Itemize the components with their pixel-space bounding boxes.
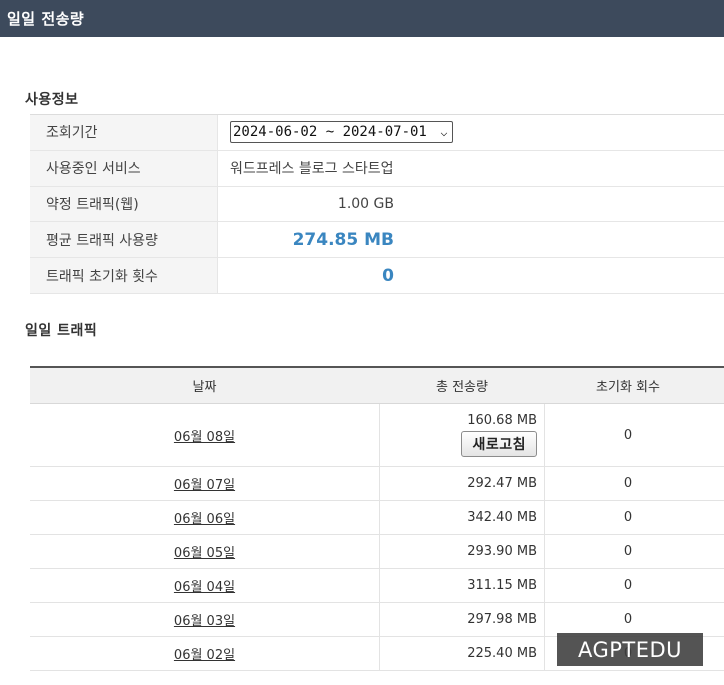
total-transfer-value: 160.68 MB xyxy=(467,413,537,428)
table-header: 날짜 총 전송량 초기화 회수 xyxy=(30,366,724,404)
usage-section-title: 사용정보 xyxy=(25,92,79,108)
table-row: 06월 08일 160.68 MB 새로고침 0 xyxy=(30,404,724,467)
date-link[interactable]: 06월 07일 xyxy=(174,474,235,493)
column-header-date: 날짜 xyxy=(192,380,217,395)
chevron-down-icon: ⌵ xyxy=(440,125,448,140)
usage-row-resets: 트래픽 초기화 횟수 0 xyxy=(30,258,724,294)
total-transfer-value: 311.15 MB xyxy=(379,569,545,602)
contract-traffic-label: 약정 트래픽(웹) xyxy=(30,186,218,222)
usage-row-service: 사용중인 서비스 워드프레스 블로그 스타트업 xyxy=(30,150,724,187)
usage-row-average: 평균 트래픽 사용량 274.85 MB xyxy=(30,222,724,259)
refresh-button[interactable]: 새로고침 xyxy=(461,431,537,457)
total-transfer-value: 293.90 MB xyxy=(379,535,545,568)
period-select[interactable]: 2024-06-02 ~ 2024-07-01 ⌵ xyxy=(230,121,453,144)
usage-row-contract: 약정 트래픽(웹) 1.00 GB xyxy=(30,186,724,223)
table-row: 06월 06일 342.40 MB 0 xyxy=(30,501,724,535)
reset-count-value: 0 xyxy=(623,510,633,525)
table-row: 06월 03일 297.98 MB 0 xyxy=(30,603,724,637)
table-row: 06월 07일 292.47 MB 0 xyxy=(30,467,724,501)
column-header-resets: 초기화 회수 xyxy=(596,380,660,395)
average-traffic-value: 274.85 MB xyxy=(292,229,394,250)
total-transfer-value: 297.98 MB xyxy=(379,603,545,636)
period-cell: 2024-06-02 ~ 2024-07-01 ⌵ xyxy=(230,115,453,150)
daily-traffic-table: 날짜 총 전송량 초기화 회수 06월 08일 160.68 MB 새로고침 0… xyxy=(30,366,724,671)
service-value: 워드프레스 블로그 스타트업 xyxy=(230,161,394,178)
period-select-value: 2024-06-02 ~ 2024-07-01 xyxy=(233,124,427,141)
table-row: 06월 04일 311.15 MB 0 xyxy=(30,569,724,603)
usage-row-period: 조회기간 2024-06-02 ~ 2024-07-01 ⌵ xyxy=(30,115,724,151)
total-transfer-value: 342.40 MB xyxy=(379,501,545,534)
date-link[interactable]: 06월 06일 xyxy=(174,508,235,527)
header-bar: 일일 전송량 xyxy=(0,0,724,37)
average-traffic-label: 평균 트래픽 사용량 xyxy=(30,222,218,258)
usage-info-table: 조회기간 2024-06-02 ~ 2024-07-01 ⌵ 사용중인 서비스 … xyxy=(30,114,724,294)
traffic-reset-count-label: 트래픽 초기화 횟수 xyxy=(30,258,218,293)
daily-traffic-section-title: 일일 트래픽 xyxy=(25,323,98,339)
total-transfer-value: 292.47 MB xyxy=(379,467,545,500)
reset-count-value: 0 xyxy=(623,544,633,559)
reset-count-value: 0 xyxy=(623,476,633,491)
watermark: AGPTEDU xyxy=(557,633,703,666)
reset-count-value: 0 xyxy=(623,427,633,443)
table-row: 06월 05일 293.90 MB 0 xyxy=(30,535,724,569)
service-label: 사용중인 서비스 xyxy=(30,150,218,186)
page-title: 일일 전송량 xyxy=(7,10,85,28)
reset-count-value: 0 xyxy=(623,578,633,593)
column-header-total: 총 전송량 xyxy=(436,380,488,395)
traffic-reset-count-value: 0 xyxy=(382,265,394,286)
date-link[interactable]: 06월 05일 xyxy=(174,542,235,561)
date-link[interactable]: 06월 04일 xyxy=(174,576,235,595)
reset-count-value: 0 xyxy=(623,612,633,627)
period-label: 조회기간 xyxy=(30,115,218,150)
date-link[interactable]: 06월 08일 xyxy=(174,426,235,445)
total-transfer-value: 225.40 MB xyxy=(379,637,545,670)
date-link[interactable]: 06월 02일 xyxy=(174,644,235,663)
contract-traffic-value: 1.00 GB xyxy=(337,195,394,212)
date-link[interactable]: 06월 03일 xyxy=(174,610,235,629)
